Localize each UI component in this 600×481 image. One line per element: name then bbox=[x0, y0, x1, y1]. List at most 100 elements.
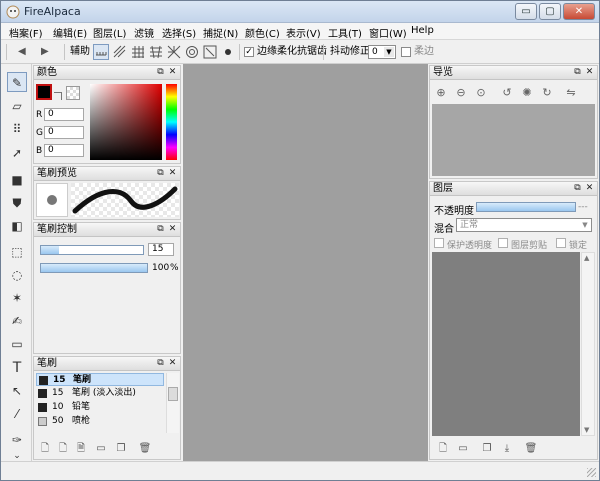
brush-list-scrollbar[interactable] bbox=[166, 373, 179, 433]
close-icon[interactable]: ✕ bbox=[584, 67, 595, 78]
scroll-up-icon[interactable]: ▲ bbox=[584, 254, 589, 262]
zoom-out-icon[interactable]: ⊖ bbox=[454, 86, 468, 100]
blend-mode-select[interactable]: 正常 ▼ bbox=[456, 218, 592, 232]
scrollbar-thumb[interactable] bbox=[168, 387, 178, 401]
new-layer-icon[interactable]: 🗋 bbox=[436, 443, 450, 455]
antialias-checkbox[interactable]: ✓ bbox=[244, 47, 254, 57]
snap-point-icon[interactable] bbox=[220, 44, 236, 60]
snap-perspective-icon[interactable] bbox=[148, 44, 164, 60]
text-tool-icon[interactable]: T bbox=[7, 358, 27, 378]
rotate-left-icon[interactable]: ↺ bbox=[500, 86, 514, 100]
close-button[interactable]: ✕ bbox=[563, 3, 595, 20]
dock-icon[interactable]: ⧉ bbox=[572, 67, 583, 78]
menu-help[interactable]: Help bbox=[411, 25, 434, 36]
brush-size-slider[interactable] bbox=[40, 245, 144, 255]
snap-circle-icon[interactable] bbox=[184, 44, 200, 60]
layer-opacity-slider[interactable] bbox=[476, 202, 576, 212]
navigator-preview[interactable] bbox=[432, 104, 595, 176]
maximize-button[interactable]: ▢ bbox=[539, 3, 561, 20]
transparent-color-swatch[interactable] bbox=[66, 86, 80, 100]
brush-list-item[interactable]: 10 铅笔 bbox=[36, 401, 164, 414]
snap-parallel-icon[interactable] bbox=[112, 44, 128, 60]
new-brush-icon[interactable]: 🗋 bbox=[38, 443, 52, 455]
close-icon[interactable]: ✕ bbox=[167, 168, 178, 179]
resize-grip-icon[interactable] bbox=[587, 468, 596, 477]
dock-icon[interactable]: ⧉ bbox=[155, 168, 166, 179]
scroll-down-icon[interactable]: ▼ bbox=[584, 426, 589, 434]
minimize-button[interactable]: ▭ bbox=[515, 3, 537, 20]
menu-tools[interactable]: 工具(T) bbox=[328, 25, 362, 40]
dot-tool-icon[interactable]: ⠿ bbox=[7, 119, 27, 139]
brush-list-item[interactable]: 50 喷枪 bbox=[36, 415, 164, 428]
duplicate-brush-icon[interactable]: ❐ bbox=[114, 443, 128, 455]
zoom-fit-icon[interactable]: ⊙ bbox=[474, 86, 488, 100]
dock-icon[interactable]: ⧉ bbox=[155, 224, 166, 235]
brush-list-item[interactable]: 15 笔刷 bbox=[36, 373, 164, 386]
operation-tool-icon[interactable]: ↖ bbox=[7, 381, 27, 401]
duplicate-layer-icon[interactable]: ❐ bbox=[480, 443, 494, 455]
menu-snap[interactable]: 捕捉(N) bbox=[203, 25, 238, 40]
menu-select[interactable]: 选择(S) bbox=[162, 25, 196, 40]
delete-layer-icon[interactable]: 🗑 bbox=[524, 443, 538, 455]
clipping-checkbox[interactable] bbox=[498, 238, 508, 248]
snap-radial-icon[interactable] bbox=[166, 44, 182, 60]
saturation-value-picker[interactable] bbox=[90, 84, 162, 160]
dock-icon[interactable]: ⧉ bbox=[572, 183, 583, 194]
new-script-brush-icon[interactable]: 🗎 bbox=[74, 443, 88, 455]
b-input[interactable]: 0 bbox=[44, 144, 84, 157]
select-pen-tool-icon[interactable]: ✍ bbox=[7, 311, 27, 331]
brush-folder-icon[interactable]: ▭ bbox=[94, 443, 108, 455]
primary-color-swatch[interactable] bbox=[36, 84, 52, 100]
merge-down-icon[interactable]: ⤓ bbox=[500, 443, 514, 455]
zoom-in-icon[interactable]: ⊕ bbox=[434, 86, 448, 100]
select-eraser-tool-icon[interactable]: ▭ bbox=[7, 334, 27, 354]
lock-checkbox[interactable] bbox=[556, 238, 566, 248]
prev-icon[interactable]: ◀ bbox=[18, 44, 26, 60]
move-tool-icon[interactable]: ➚ bbox=[7, 143, 27, 163]
menu-view[interactable]: 表示(V) bbox=[286, 25, 321, 40]
dock-icon[interactable]: ⧉ bbox=[155, 67, 166, 78]
gradient-tool-icon[interactable]: ◧ bbox=[7, 216, 27, 236]
rotate-right-icon[interactable]: ↻ bbox=[540, 86, 554, 100]
snap-grid-icon[interactable] bbox=[130, 44, 146, 60]
lasso-tool-icon[interactable]: ◌ bbox=[7, 265, 27, 285]
hue-slider[interactable] bbox=[166, 84, 177, 160]
protect-alpha-checkbox[interactable] bbox=[434, 238, 444, 248]
next-icon[interactable]: ▶ bbox=[41, 44, 49, 60]
new-brush-from-image-icon[interactable]: 🗋 bbox=[56, 443, 70, 455]
menu-edit[interactable]: 编辑(E) bbox=[53, 25, 87, 40]
fill-rect-tool-icon[interactable]: ■ bbox=[7, 170, 27, 190]
brush-list-item[interactable]: 15 笔刷 (淡入淡出) bbox=[36, 387, 164, 400]
dock-icon[interactable]: ⧉ bbox=[155, 358, 166, 369]
bucket-tool-icon[interactable]: ⛊ bbox=[7, 193, 27, 213]
close-icon[interactable]: ✕ bbox=[167, 358, 178, 369]
menu-filter[interactable]: 滤镜 bbox=[134, 25, 154, 40]
close-icon[interactable]: ✕ bbox=[167, 67, 178, 78]
canvas-area[interactable] bbox=[183, 64, 428, 461]
stabilizer-select[interactable]: 0 ▼ bbox=[368, 45, 396, 59]
swap-colors-icon[interactable] bbox=[54, 92, 62, 100]
menu-file[interactable]: 档案(F) bbox=[9, 25, 43, 40]
rotate-reset-icon[interactable]: ✺ bbox=[520, 86, 534, 100]
layer-list-scrollbar[interactable]: ▲ ▼ bbox=[581, 252, 595, 436]
soft-edge-checkbox[interactable] bbox=[401, 47, 411, 57]
delete-brush-icon[interactable]: 🗑 bbox=[138, 443, 152, 455]
snap-off-icon[interactable] bbox=[93, 44, 109, 60]
brush-size-input[interactable]: 15 bbox=[148, 243, 174, 256]
menu-layer[interactable]: 图层(L) bbox=[93, 25, 126, 40]
select-rect-tool-icon[interactable]: ⬚ bbox=[7, 242, 27, 262]
close-icon[interactable]: ✕ bbox=[167, 224, 178, 235]
menu-color[interactable]: 颜色(C) bbox=[245, 25, 280, 40]
brush-opacity-slider[interactable] bbox=[40, 263, 148, 273]
snap-curve-icon[interactable] bbox=[202, 44, 218, 60]
pen-tool-icon[interactable]: ✎ bbox=[7, 72, 27, 92]
flip-horizontal-icon[interactable]: ⇋ bbox=[564, 86, 578, 100]
menu-window[interactable]: 窗口(W) bbox=[369, 25, 407, 40]
new-folder-icon[interactable]: ▭ bbox=[456, 443, 470, 455]
g-input[interactable]: 0 bbox=[44, 126, 84, 139]
eraser-tool-icon[interactable]: ▱ bbox=[7, 96, 27, 116]
eyedropper-tool-icon[interactable]: ⁄ bbox=[7, 404, 27, 424]
close-icon[interactable]: ✕ bbox=[584, 183, 595, 194]
r-input[interactable]: 0 bbox=[44, 108, 84, 121]
magic-wand-tool-icon[interactable]: ✶ bbox=[7, 288, 27, 308]
